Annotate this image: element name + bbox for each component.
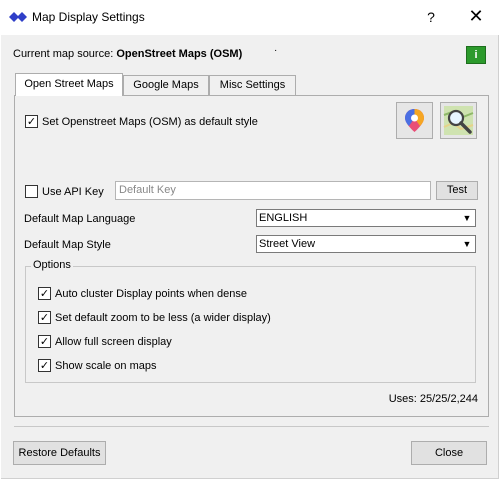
- options-title: Options: [31, 259, 73, 271]
- show-scale-label: Show scale on maps: [55, 360, 157, 372]
- full-screen-label: Allow full screen display: [55, 336, 172, 348]
- map-style-value: Street View: [259, 238, 316, 250]
- map-style-select[interactable]: Street View ▼: [256, 235, 476, 253]
- title-bar: Map Display Settings ? ✕: [0, 0, 500, 35]
- close-window-button[interactable]: ✕: [462, 4, 490, 30]
- api-key-checkbox[interactable]: [25, 185, 38, 198]
- map-search-button[interactable]: [440, 102, 477, 139]
- close-button[interactable]: Close: [411, 441, 487, 465]
- map-language-value: ENGLISH: [259, 212, 308, 224]
- auto-cluster-label: Auto cluster Display points when dense: [55, 288, 247, 300]
- map-language-select[interactable]: ENGLISH ▼: [256, 209, 476, 227]
- usage-counter: Uses: 25/25/2,244: [388, 393, 478, 405]
- dialog-body: Current map source: OpenStreet Maps (OSM…: [1, 35, 499, 479]
- default-style-checkbox[interactable]: ✓: [25, 115, 38, 128]
- auto-cluster-checkbox[interactable]: ✓: [38, 287, 51, 300]
- map-pin-button[interactable]: [396, 102, 433, 139]
- footer-divider: [14, 426, 489, 427]
- info-button[interactable]: i: [466, 46, 486, 64]
- app-diamond-icon: [9, 12, 27, 22]
- test-button[interactable]: Test: [436, 181, 478, 200]
- help-button[interactable]: ?: [418, 4, 444, 30]
- chevron-down-icon: ▼: [460, 211, 474, 225]
- tab-open-street-maps[interactable]: Open Street Maps: [15, 73, 123, 96]
- map-source-name: OpenStreet Maps (OSM): [116, 48, 243, 60]
- wider-zoom-label: Set default zoom to be less (a wider dis…: [55, 312, 271, 324]
- map-source-line: Current map source: OpenStreet Maps (OSM…: [13, 48, 242, 60]
- window-title: Map Display Settings: [32, 10, 145, 24]
- full-screen-checkbox[interactable]: ✓: [38, 335, 51, 348]
- chevron-down-icon: ▼: [460, 237, 474, 251]
- tab-google-maps[interactable]: Google Maps: [123, 75, 209, 95]
- show-scale-checkbox[interactable]: ✓: [38, 359, 51, 372]
- map-style-label: Default Map Style: [24, 239, 111, 251]
- tab-misc-settings[interactable]: Misc Settings: [209, 75, 296, 95]
- dot-mark: ·: [274, 45, 278, 56]
- osm-tab-panel: ✓ Set Openstreet Maps (OSM) as default s…: [14, 95, 489, 417]
- map-search-icon: [443, 106, 474, 135]
- map-language-label: Default Map Language: [24, 213, 136, 225]
- wider-zoom-checkbox[interactable]: ✓: [38, 311, 51, 324]
- restore-defaults-button[interactable]: Restore Defaults: [13, 441, 106, 465]
- map-pin-icon: [405, 109, 424, 132]
- options-group: Options ✓ Auto cluster Display points wh…: [25, 259, 476, 383]
- api-key-label: Use API Key: [42, 186, 104, 198]
- default-style-label: Set Openstreet Maps (OSM) as default sty…: [42, 116, 258, 128]
- map-source-prefix: Current map source:: [13, 48, 114, 60]
- api-key-input[interactable]: Default Key: [115, 181, 431, 200]
